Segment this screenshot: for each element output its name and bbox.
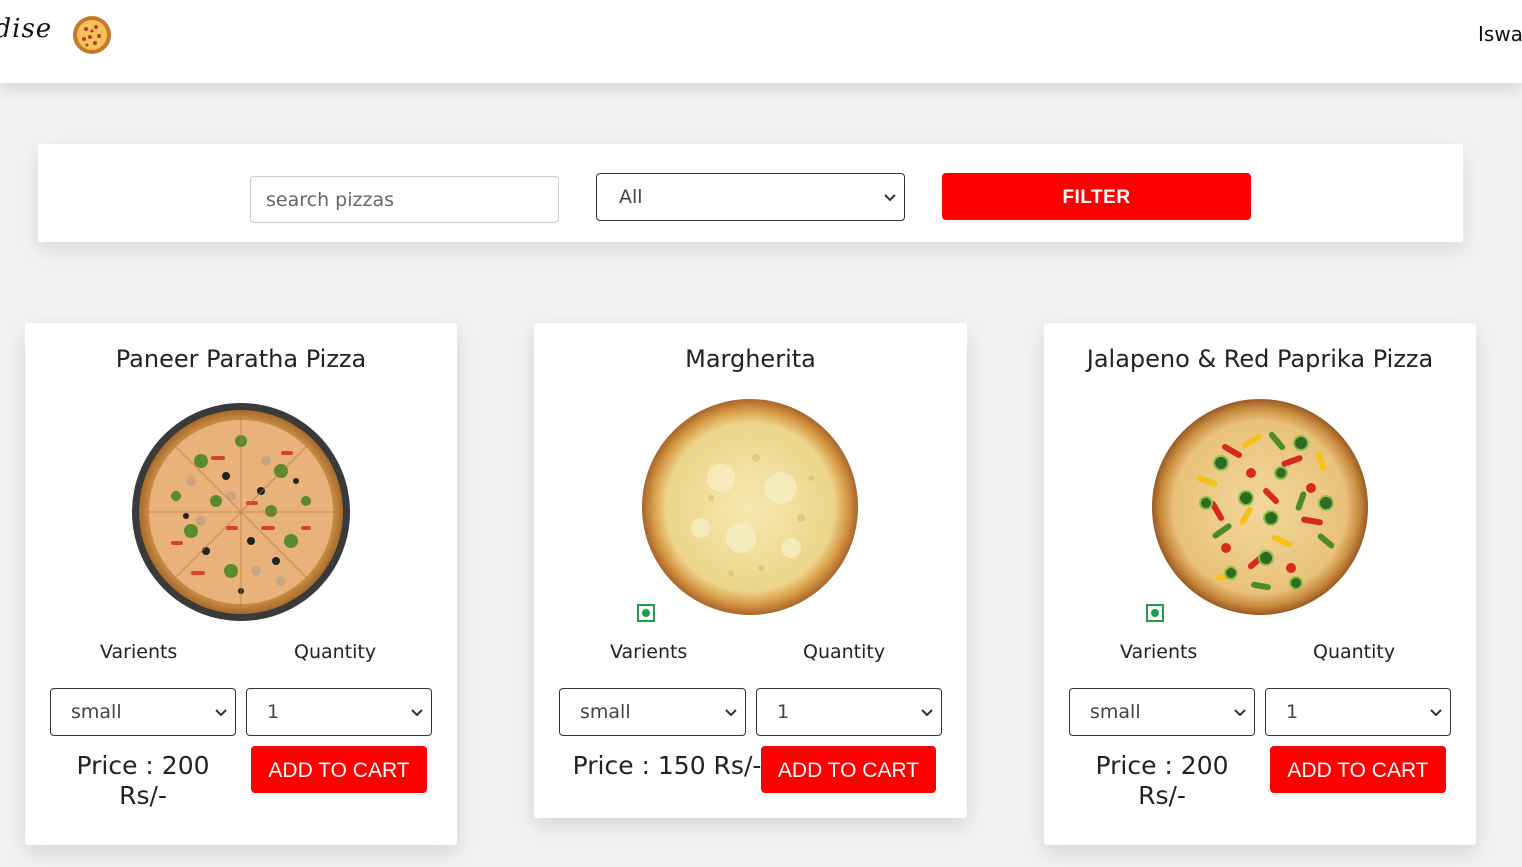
price-line: Price : 150 Rs/- <box>572 751 762 780</box>
variant-select[interactable]: small <box>559 688 746 736</box>
quantity-selected-value: 1 <box>777 701 790 723</box>
price-line: Price : 200 <box>76 751 210 780</box>
pizza-image <box>1152 399 1368 615</box>
quantity-label: Quantity <box>1313 641 1396 663</box>
quantity-select[interactable]: 1 <box>246 688 432 736</box>
price-text: Price : 200 Rs/- <box>53 751 233 811</box>
add-to-cart-button[interactable]: ADD TO CART <box>251 746 427 793</box>
brand-name[interactable]: adise <box>0 14 52 44</box>
pizza-card: Margherita Varients Quantity small 1 Pri… <box>534 323 967 818</box>
variant-select[interactable]: small <box>1069 688 1255 736</box>
pizza-name: Margherita <box>685 345 816 373</box>
category-select[interactable]: All <box>596 173 905 221</box>
pizza-image <box>132 403 350 621</box>
quantity-select[interactable]: 1 <box>756 688 942 736</box>
variant-select[interactable]: small <box>50 688 236 736</box>
chevron-down-icon <box>884 194 896 202</box>
price-line: Rs/- <box>1138 781 1186 810</box>
quantity-label: Quantity <box>803 641 886 663</box>
varients-label: Varients <box>100 641 178 663</box>
quantity-label: Quantity <box>294 641 377 663</box>
chevron-down-icon <box>411 709 423 717</box>
pizza-card: Paneer Paratha Pizza Varients Quantity s… <box>25 323 457 845</box>
pizza-name: Jalapeno & Red Paprika Pizza <box>1086 345 1434 373</box>
quantity-selected-value: 1 <box>267 701 280 723</box>
category-selected-value: All <box>619 186 643 208</box>
user-menu[interactable]: Iswa <box>1478 22 1522 46</box>
variant-selected-value: small <box>1090 701 1141 723</box>
chevron-down-icon <box>1234 709 1246 717</box>
varients-label: Varients <box>610 641 688 663</box>
chevron-down-icon <box>215 709 227 717</box>
varients-label: Varients <box>1120 641 1198 663</box>
chevron-down-icon <box>1430 709 1442 717</box>
chevron-down-icon <box>921 709 933 717</box>
pizza-logo-icon[interactable] <box>72 15 112 55</box>
quantity-selected-value: 1 <box>1286 701 1299 723</box>
price-text: Price : 150 Rs/- <box>556 751 778 781</box>
variant-selected-value: small <box>71 701 122 723</box>
add-to-cart-button[interactable]: ADD TO CART <box>761 746 936 793</box>
price-text: Price : 200 Rs/- <box>1072 751 1252 811</box>
pizza-image <box>642 399 858 615</box>
quantity-select[interactable]: 1 <box>1265 688 1451 736</box>
pizza-card: Jalapeno & Red Paprika Pizza Varients Qu… <box>1044 323 1476 845</box>
price-line: Rs/- <box>119 781 167 810</box>
navbar: adise Iswa <box>0 0 1522 83</box>
veg-icon <box>1146 604 1164 622</box>
veg-icon <box>637 604 655 622</box>
filter-button[interactable]: FILTER <box>942 173 1251 220</box>
pizza-name: Paneer Paratha Pizza <box>115 345 367 373</box>
chevron-down-icon <box>725 709 737 717</box>
price-line: Price : 200 <box>1095 751 1229 780</box>
add-to-cart-button[interactable]: ADD TO CART <box>1270 746 1446 793</box>
search-input[interactable] <box>250 176 559 223</box>
variant-selected-value: small <box>580 701 631 723</box>
